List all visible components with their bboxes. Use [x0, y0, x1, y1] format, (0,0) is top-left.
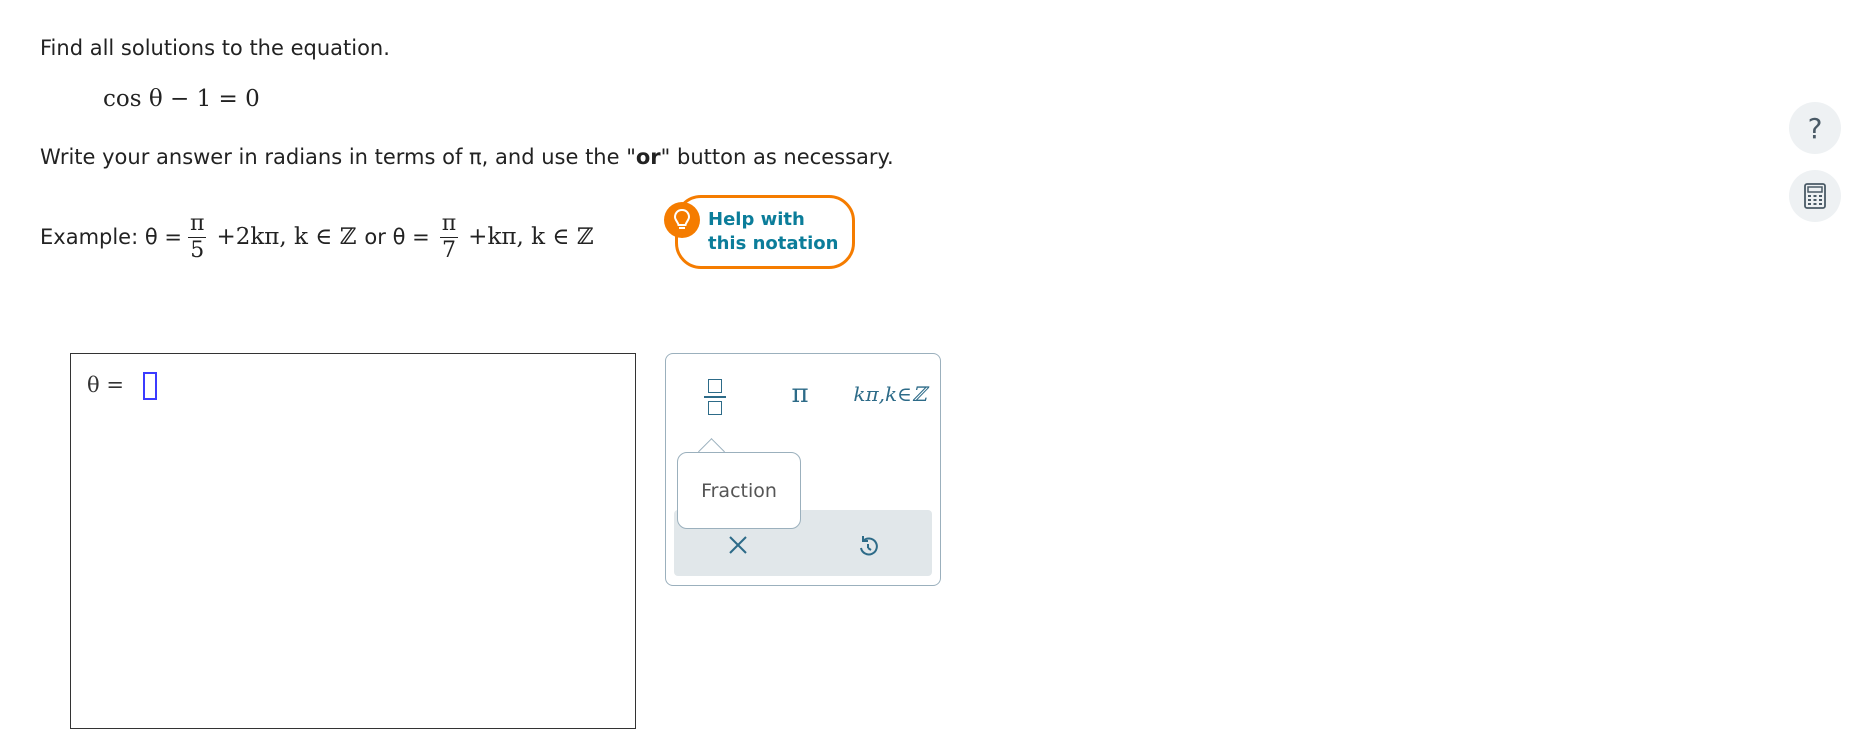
help-notation-line2: this notation [708, 233, 839, 254]
help-notation-text: Help with this notation [708, 208, 838, 256]
fraction-button[interactable] [692, 372, 738, 422]
instruction-bold: or [635, 145, 661, 169]
instruction-post: " button as necessary. [660, 145, 894, 169]
fraction-denominator: 7 [441, 237, 456, 263]
fraction-numerator: π [187, 210, 207, 238]
fraction-tooltip: Fraction [677, 452, 801, 529]
answer-input-area[interactable] [70, 353, 636, 729]
fraction-icon [704, 379, 726, 415]
example-label: Example: θ = [40, 225, 182, 249]
example: Example: θ = π 5 +2kπ, k ∈ ℤ or θ = π 7 … [40, 205, 598, 269]
example-fraction-1: π 5 [187, 210, 207, 264]
undo-icon [860, 536, 878, 556]
calculator-icon [1804, 183, 1826, 209]
example-fraction-2: π 7 [439, 210, 459, 264]
instruction-pre: Write your answer in radians in terms of… [40, 145, 636, 169]
close-icon [729, 536, 747, 554]
question-icon: ? [1807, 111, 1823, 145]
equation: cos θ − 1 = 0 [103, 86, 260, 112]
instruction-text: Write your answer in radians in terms of… [40, 145, 894, 169]
pi-button[interactable]: π [780, 372, 820, 416]
example-term-1: +2kπ, k ∈ ℤ [216, 224, 357, 250]
theta-label: θ = [87, 373, 124, 397]
example-term-2: +kπ, k ∈ ℤ [468, 224, 594, 250]
help-button[interactable]: ? [1789, 102, 1841, 154]
k-pi-integer-button[interactable]: kπ,k∈ℤ [850, 372, 930, 416]
lightbulb-icon [664, 202, 700, 238]
fraction-denominator: 5 [190, 237, 205, 263]
help-notation-button[interactable]: Help with this notation [675, 195, 855, 269]
calculator-button[interactable] [1789, 170, 1841, 222]
clear-button[interactable] [718, 525, 758, 565]
question-prompt: Find all solutions to the equation. [40, 36, 390, 60]
help-notation-line1: Help with [708, 209, 805, 230]
answer-input-cursor[interactable] [143, 372, 157, 400]
example-or: or θ = [364, 225, 430, 249]
fraction-numerator: π [439, 210, 459, 238]
undo-button[interactable] [848, 525, 888, 565]
